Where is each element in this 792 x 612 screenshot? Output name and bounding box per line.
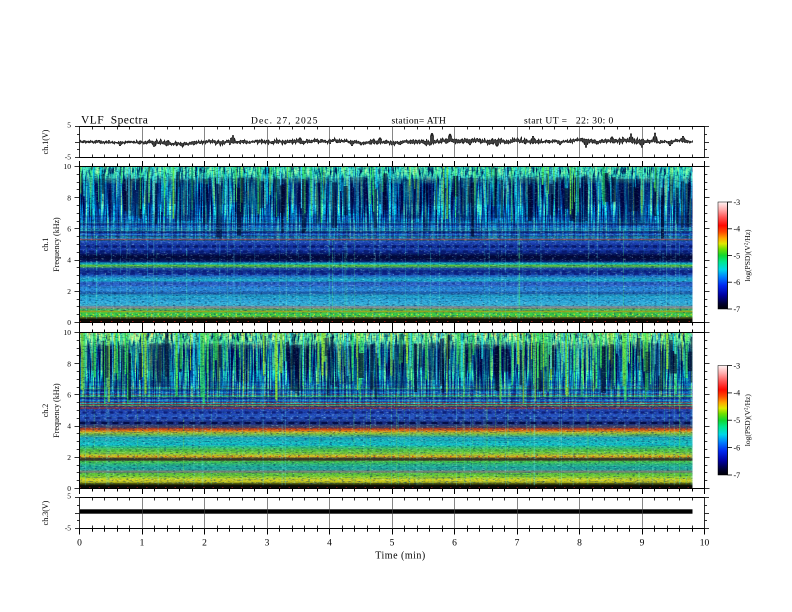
svg-text:1: 1 xyxy=(140,539,145,549)
svg-text:-4: -4 xyxy=(734,389,741,398)
svg-text:-3: -3 xyxy=(734,361,741,370)
svg-text:10: 10 xyxy=(64,328,72,337)
svg-text:6: 6 xyxy=(67,391,71,400)
svg-text:4: 4 xyxy=(327,539,332,549)
svg-text:-3: -3 xyxy=(734,198,741,207)
svg-text:10: 10 xyxy=(700,539,710,549)
svg-text:0: 0 xyxy=(67,318,71,327)
svg-text:ch.3(V): ch.3(V) xyxy=(41,500,50,525)
svg-text:log(PSD)(V2/Hz): log(PSD)(V2/Hz) xyxy=(743,394,752,447)
svg-text:2: 2 xyxy=(202,539,207,549)
svg-text:Dec. 27, 2025: Dec. 27, 2025 xyxy=(251,117,319,127)
svg-text:-6: -6 xyxy=(734,278,741,287)
svg-text:ch.1(V): ch.1(V) xyxy=(41,129,50,154)
svg-text:station= ATH: station= ATH xyxy=(392,117,447,127)
svg-text:-5: -5 xyxy=(65,524,71,533)
svg-text:5: 5 xyxy=(390,539,395,549)
svg-text:-5: -5 xyxy=(65,153,71,162)
svg-text:2: 2 xyxy=(67,453,71,462)
svg-text:Frequency (kHz): Frequency (kHz) xyxy=(52,383,61,438)
svg-text:Frequency (kHz): Frequency (kHz) xyxy=(52,217,61,272)
svg-text:0: 0 xyxy=(67,484,71,493)
svg-text:6: 6 xyxy=(452,539,457,549)
svg-text:-4: -4 xyxy=(734,225,741,234)
svg-text:-5: -5 xyxy=(734,251,741,260)
svg-text:log(PSD)(V2/Hz): log(PSD)(V2/Hz) xyxy=(743,229,752,282)
svg-text:3: 3 xyxy=(265,539,270,549)
svg-text:-6: -6 xyxy=(734,443,741,452)
svg-text:ch.1: ch.1 xyxy=(41,238,50,252)
svg-text:VLF Spectra: VLF Spectra xyxy=(81,115,148,127)
svg-text:4: 4 xyxy=(67,256,71,265)
svg-text:Time (min): Time (min) xyxy=(375,551,425,562)
svg-text:-5: -5 xyxy=(734,416,741,425)
svg-text:0: 0 xyxy=(77,539,82,549)
svg-text:8: 8 xyxy=(67,359,71,368)
svg-text:ch.2: ch.2 xyxy=(41,404,50,418)
svg-text:4: 4 xyxy=(67,422,71,431)
svg-text:8: 8 xyxy=(67,193,71,202)
svg-text:10: 10 xyxy=(64,162,72,171)
svg-text:-7: -7 xyxy=(734,305,741,314)
svg-text:8: 8 xyxy=(577,539,582,549)
svg-text:9: 9 xyxy=(640,539,645,549)
svg-text:6: 6 xyxy=(67,225,71,234)
svg-text:5: 5 xyxy=(67,121,71,130)
svg-text:7: 7 xyxy=(515,539,520,549)
svg-text:start UT = 22: 30: 0: start UT = 22: 30: 0 xyxy=(524,117,614,127)
svg-text:-7: -7 xyxy=(734,471,741,480)
svg-text:2: 2 xyxy=(67,287,71,296)
